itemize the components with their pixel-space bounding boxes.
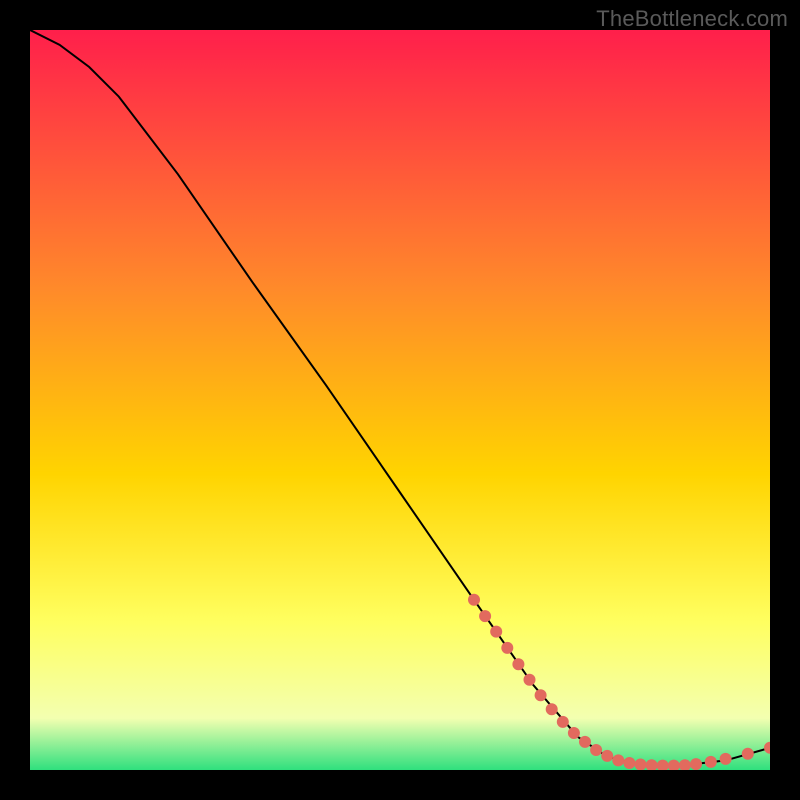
data-marker bbox=[535, 689, 547, 701]
chart-stage: TheBottleneck.com bbox=[0, 0, 800, 800]
data-marker bbox=[742, 748, 754, 760]
data-marker bbox=[546, 703, 558, 715]
data-marker bbox=[579, 736, 591, 748]
data-marker bbox=[705, 756, 717, 768]
data-marker bbox=[635, 759, 647, 771]
data-marker bbox=[490, 626, 502, 638]
data-marker bbox=[557, 716, 569, 728]
data-marker bbox=[690, 758, 702, 770]
data-marker bbox=[568, 727, 580, 739]
data-marker bbox=[720, 753, 732, 765]
gradient-background bbox=[30, 30, 770, 770]
data-marker bbox=[612, 754, 624, 766]
data-marker bbox=[590, 744, 602, 756]
data-marker bbox=[512, 658, 524, 670]
chart-plot-area bbox=[30, 30, 770, 770]
data-marker bbox=[479, 610, 491, 622]
data-marker bbox=[501, 642, 513, 654]
data-marker bbox=[623, 757, 635, 769]
chart-svg bbox=[30, 30, 770, 770]
data-marker bbox=[601, 750, 613, 762]
data-marker bbox=[468, 594, 480, 606]
data-marker bbox=[524, 674, 536, 686]
watermark-text: TheBottleneck.com bbox=[596, 6, 788, 32]
